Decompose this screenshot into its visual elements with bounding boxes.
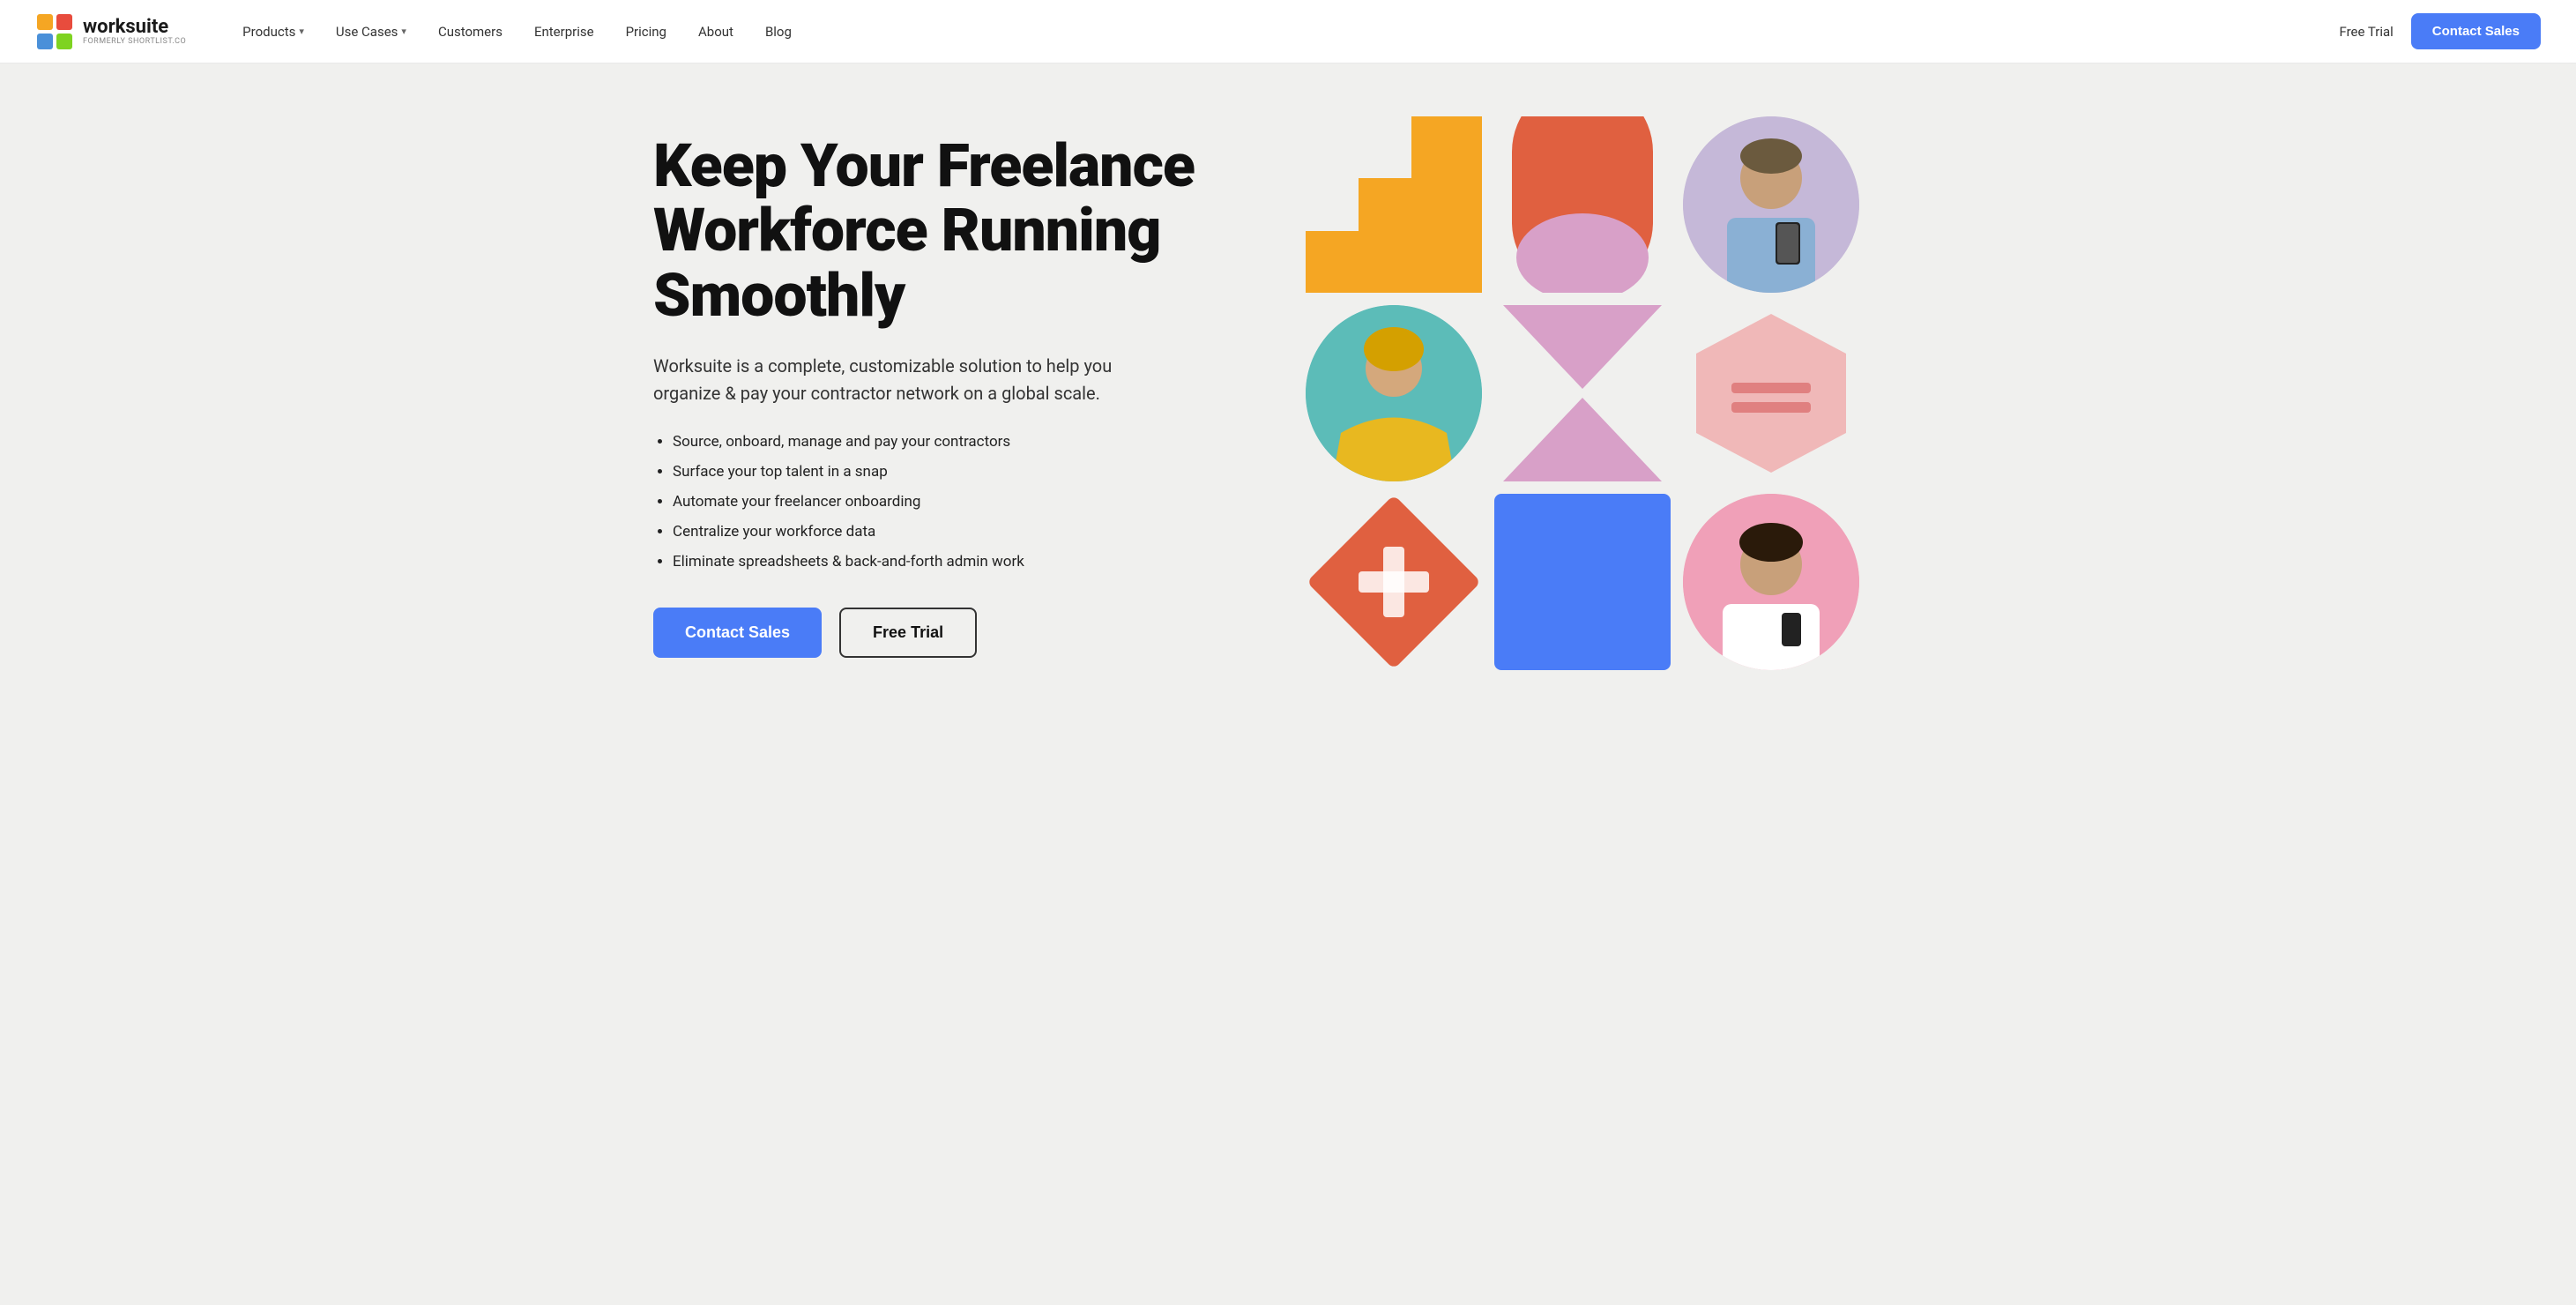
nav-blog[interactable]: Blog: [751, 17, 806, 47]
hero-bullets-list: Source, onboard, manage and pay your con…: [653, 432, 1270, 572]
nav-products[interactable]: Products ▾: [228, 17, 318, 47]
blue-rectangle-shape: [1494, 494, 1671, 670]
yellow-stair-svg: [1306, 116, 1482, 293]
nav-use-cases[interactable]: Use Cases ▾: [322, 17, 421, 47]
pink-hexagon-shape: [1683, 305, 1859, 481]
nav-about[interactable]: About: [684, 17, 748, 47]
nav-free-trial-link[interactable]: Free Trial: [2339, 24, 2393, 40]
man-avatar-svg: [1683, 116, 1859, 293]
logo[interactable]: worksuite FORMERLY SHORTLIST.CO: [35, 12, 186, 51]
hero-buttons: Contact Sales Free Trial: [653, 608, 1270, 658]
hero-contact-sales-button[interactable]: Contact Sales: [653, 608, 822, 658]
list-item: Source, onboard, manage and pay your con…: [673, 432, 1270, 453]
person-circle-woman: [1306, 305, 1482, 481]
logo-icon: [35, 12, 74, 51]
pink-hex-svg: [1683, 305, 1859, 481]
chevron-down-icon: ▾: [299, 26, 304, 37]
hero-content: Keep Your Freelance Workforce Running Sm…: [653, 116, 1270, 658]
orange-semi-shape: [1494, 116, 1671, 293]
hero-title: Keep Your Freelance Workforce Running Sm…: [653, 134, 1270, 328]
woman-avatar-svg: [1306, 305, 1482, 481]
list-item: Surface your top talent in a snap: [673, 462, 1270, 483]
logo-subtitle: FORMERLY SHORTLIST.CO: [83, 37, 186, 46]
list-item: Automate your freelancer onboarding: [673, 492, 1270, 513]
orange-diamond-svg: [1306, 494, 1482, 670]
nav-contact-sales-button[interactable]: Contact Sales: [2411, 13, 2541, 49]
pink-shapes-svg: [1494, 305, 1671, 481]
nav-right: Free Trial Contact Sales: [2339, 13, 2541, 49]
person-circle-man: [1683, 116, 1859, 293]
person-circle-man2: [1683, 494, 1859, 670]
chevron-down-icon: ▾: [401, 26, 406, 37]
pink-hourglass-shapes: [1494, 305, 1671, 481]
color-shapes-svg: [1494, 116, 1671, 293]
hero-section: Keep Your Freelance Workforce Running Sm…: [583, 63, 1993, 723]
list-item: Eliminate spreadsheets & back-and-forth …: [673, 552, 1270, 573]
hero-free-trial-button[interactable]: Free Trial: [839, 608, 977, 658]
nav-enterprise[interactable]: Enterprise: [520, 17, 608, 47]
orange-diamond-shape: [1306, 494, 1482, 670]
navigation: worksuite FORMERLY SHORTLIST.CO Products…: [0, 0, 2576, 63]
nav-pricing[interactable]: Pricing: [612, 17, 681, 47]
yellow-stair-shape: [1306, 116, 1482, 293]
nav-customers[interactable]: Customers: [424, 17, 517, 47]
hero-subtitle: Worksuite is a complete, customizable so…: [653, 353, 1165, 407]
logo-title: worksuite: [83, 18, 186, 37]
man2-avatar-svg: [1683, 494, 1859, 670]
nav-links: Products ▾ Use Cases ▾ Customers Enterpr…: [228, 17, 2339, 47]
hero-collage: [1306, 116, 1859, 670]
list-item: Centralize your workforce data: [673, 522, 1270, 543]
